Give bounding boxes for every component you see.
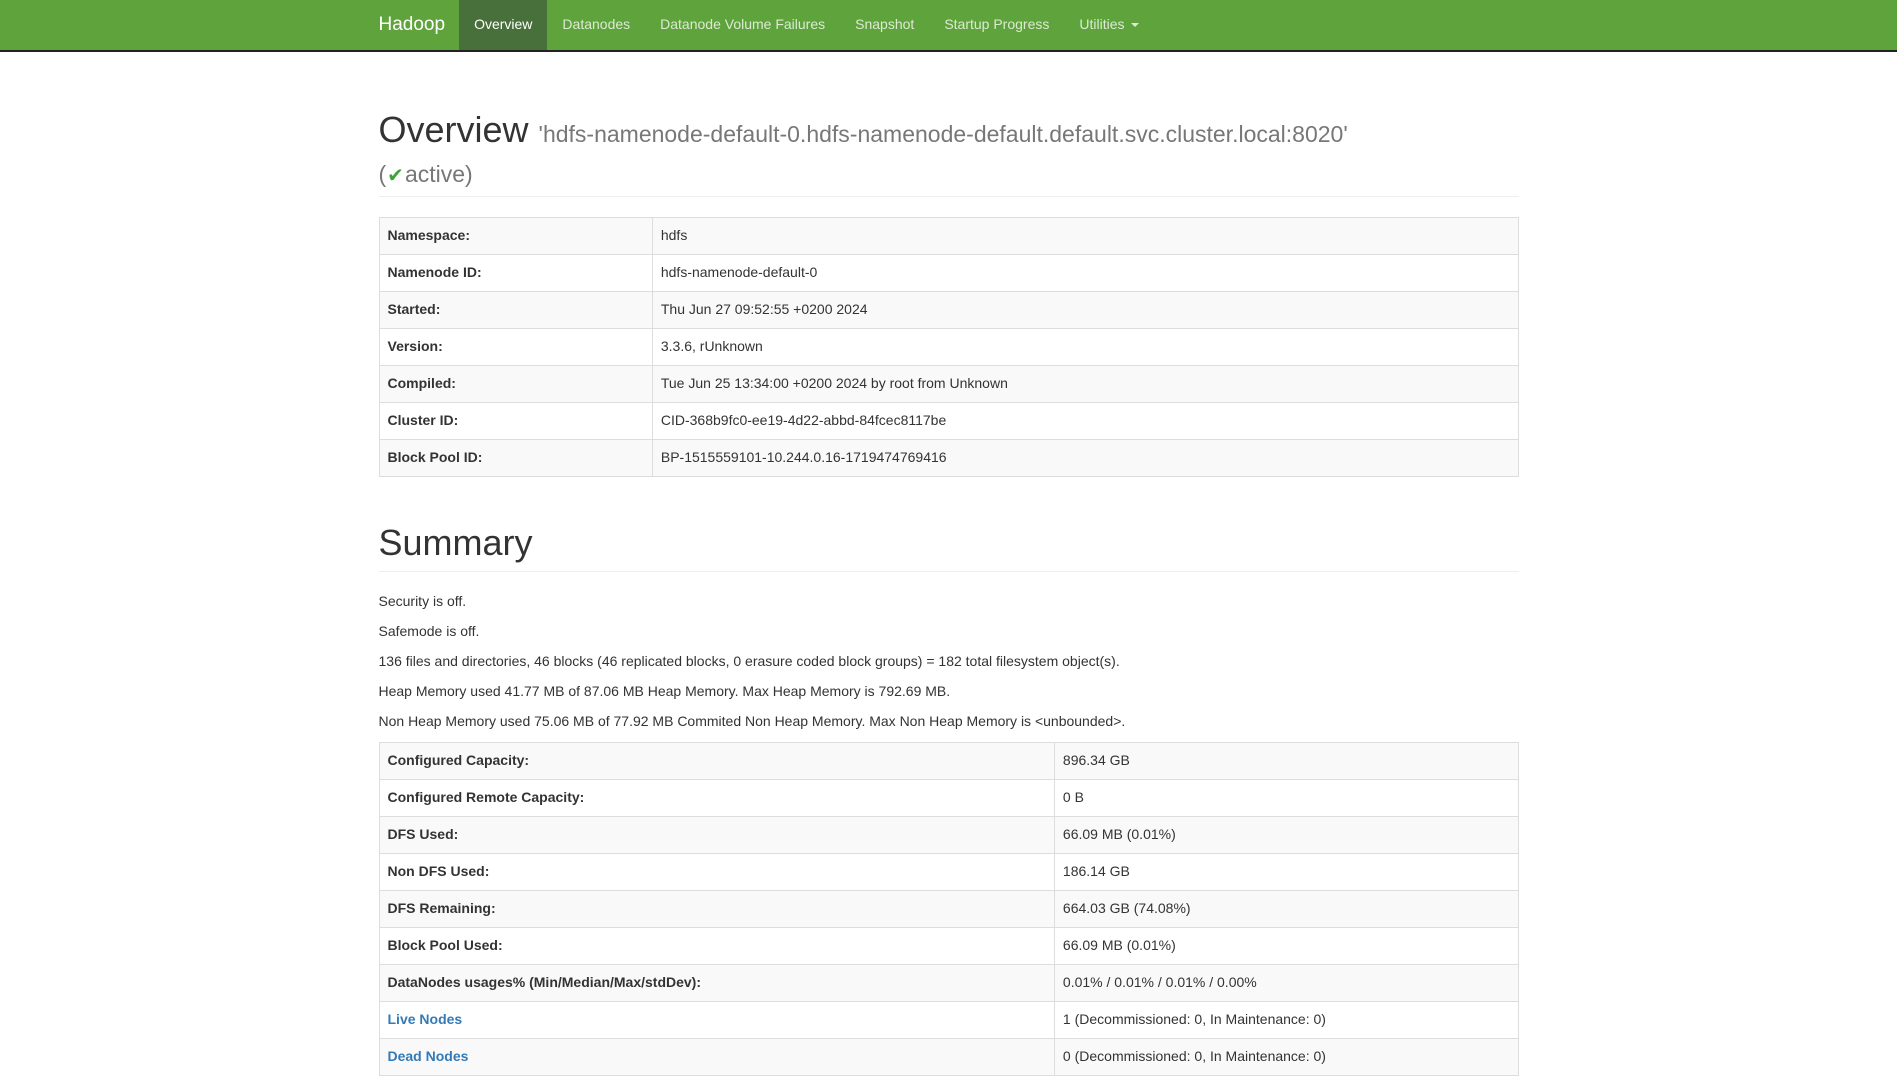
stat-label: Live Nodes [379, 1002, 1054, 1039]
stat-label: Configured Remote Capacity: [379, 780, 1054, 817]
info-value: Tue Jun 25 13:34:00 +0200 2024 by root f… [652, 365, 1518, 402]
info-value: BP-1515559101-10.244.0.16-1719474769416 [652, 439, 1518, 476]
info-label: Cluster ID: [379, 402, 652, 439]
security-status-text: Security is off. [379, 592, 1519, 612]
summary-page-header: Summary [379, 523, 1519, 573]
nav-tab-overview[interactable]: Overview [459, 0, 547, 50]
table-row: Non DFS Used: 186.14 GB [379, 854, 1518, 891]
summary-title: Summary [379, 523, 1519, 563]
stat-value: 0 B [1054, 780, 1518, 817]
stat-label: Non DFS Used: [379, 854, 1054, 891]
stat-label: Configured Capacity: [379, 743, 1054, 780]
nav-dropdown-utilities[interactable]: Utilities [1064, 0, 1153, 50]
nav-tab-startup-progress[interactable]: Startup Progress [929, 0, 1064, 50]
table-row: DFS Remaining: 664.03 GB (74.08%) [379, 891, 1518, 928]
namenode-status: (✔active) [379, 162, 1519, 187]
stat-label: Block Pool Used: [379, 928, 1054, 965]
stat-value: 896.34 GB [1054, 743, 1518, 780]
nav-tab-datanode-volume-failures[interactable]: Datanode Volume Failures [645, 0, 840, 50]
top-navbar: Hadoop Overview Datanodes Datanode Volum… [0, 0, 1897, 52]
stat-label: DFS Used: [379, 817, 1054, 854]
stat-label: DataNodes usages% (Min/Median/Max/stdDev… [379, 965, 1054, 1002]
nav-tab-label: Snapshot [855, 15, 914, 35]
check-icon: ✔ [386, 165, 405, 187]
table-row: Compiled: Tue Jun 25 13:34:00 +0200 2024… [379, 365, 1518, 402]
table-row: Configured Remote Capacity: 0 B [379, 780, 1518, 817]
info-value: hdfs-namenode-default-0 [652, 254, 1518, 291]
nav-tab-label: Datanodes [562, 15, 630, 35]
nav-tab-datanodes[interactable]: Datanodes [547, 0, 645, 50]
table-row: Namenode ID: hdfs-namenode-default-0 [379, 254, 1518, 291]
stat-value: 186.14 GB [1054, 854, 1518, 891]
info-label: Version: [379, 328, 652, 365]
namenode-address: 'hdfs-namenode-default-0.hdfs-namenode-d… [539, 121, 1348, 147]
table-row: Configured Capacity: 896.34 GB [379, 743, 1518, 780]
table-row: DFS Used: 66.09 MB (0.01%) [379, 817, 1518, 854]
table-row: Version: 3.3.6, rUnknown [379, 328, 1518, 365]
hadoop-brand[interactable]: Hadoop [379, 0, 460, 50]
info-label: Block Pool ID: [379, 439, 652, 476]
stat-value: 0 (Decommissioned: 0, In Maintenance: 0) [1054, 1039, 1518, 1076]
table-row: Live Nodes 1 (Decommissioned: 0, In Main… [379, 1002, 1518, 1039]
stat-label: DFS Remaining: [379, 891, 1054, 928]
non-heap-memory-text: Non Heap Memory used 75.06 MB of 77.92 M… [379, 712, 1519, 732]
heap-memory-text: Heap Memory used 41.77 MB of 87.06 MB He… [379, 682, 1519, 702]
overview-page-header: Overview 'hdfs-namenode-default-0.hdfs-n… [379, 110, 1519, 197]
nav-tab-label: Utilities [1079, 15, 1124, 35]
info-value: hdfs [652, 217, 1518, 254]
info-value: 3.3.6, rUnknown [652, 328, 1518, 365]
filesystem-objects-text: 136 files and directories, 46 blocks (46… [379, 652, 1519, 672]
nav-tab-label: Startup Progress [944, 15, 1049, 35]
status-text: active) [405, 161, 473, 187]
caret-down-icon [1131, 23, 1139, 27]
navbar-menu: Overview Datanodes Datanode Volume Failu… [459, 0, 1153, 50]
info-label: Namespace: [379, 217, 652, 254]
nav-tab-label: Datanode Volume Failures [660, 15, 825, 35]
info-value: CID-368b9fc0-ee19-4d22-abbd-84fcec8117be [652, 402, 1518, 439]
stat-value: 66.09 MB (0.01%) [1054, 928, 1518, 965]
stat-value: 664.03 GB (74.08%) [1054, 891, 1518, 928]
table-row: DataNodes usages% (Min/Median/Max/stdDev… [379, 965, 1518, 1002]
stat-label: Dead Nodes [379, 1039, 1054, 1076]
summary-table: Configured Capacity: 896.34 GB Configure… [379, 742, 1519, 1076]
info-label: Compiled: [379, 365, 652, 402]
nav-tab-label: Overview [474, 15, 532, 35]
page-title-text: Overview [379, 109, 529, 150]
table-row: Namespace: hdfs [379, 217, 1518, 254]
table-row: Block Pool ID: BP-1515559101-10.244.0.16… [379, 439, 1518, 476]
table-row: Started: Thu Jun 27 09:52:55 +0200 2024 [379, 291, 1518, 328]
cluster-info-table: Namespace: hdfs Namenode ID: hdfs-nameno… [379, 217, 1519, 477]
table-row: Dead Nodes 0 (Decommissioned: 0, In Main… [379, 1039, 1518, 1076]
table-row: Cluster ID: CID-368b9fc0-ee19-4d22-abbd-… [379, 402, 1518, 439]
stat-value: 1 (Decommissioned: 0, In Maintenance: 0) [1054, 1002, 1518, 1039]
dead-nodes-link[interactable]: Dead Nodes [388, 1048, 469, 1064]
stat-value: 0.01% / 0.01% / 0.01% / 0.00% [1054, 965, 1518, 1002]
info-value: Thu Jun 27 09:52:55 +0200 2024 [652, 291, 1518, 328]
nav-tab-snapshot[interactable]: Snapshot [840, 0, 929, 50]
info-label: Namenode ID: [379, 254, 652, 291]
main-content: Overview 'hdfs-namenode-default-0.hdfs-n… [364, 110, 1534, 1076]
safemode-status-text: Safemode is off. [379, 622, 1519, 642]
stat-value: 66.09 MB (0.01%) [1054, 817, 1518, 854]
live-nodes-link[interactable]: Live Nodes [388, 1011, 463, 1027]
table-row: Block Pool Used: 66.09 MB (0.01%) [379, 928, 1518, 965]
page-title: Overview 'hdfs-namenode-default-0.hdfs-n… [379, 110, 1519, 187]
info-label: Started: [379, 291, 652, 328]
